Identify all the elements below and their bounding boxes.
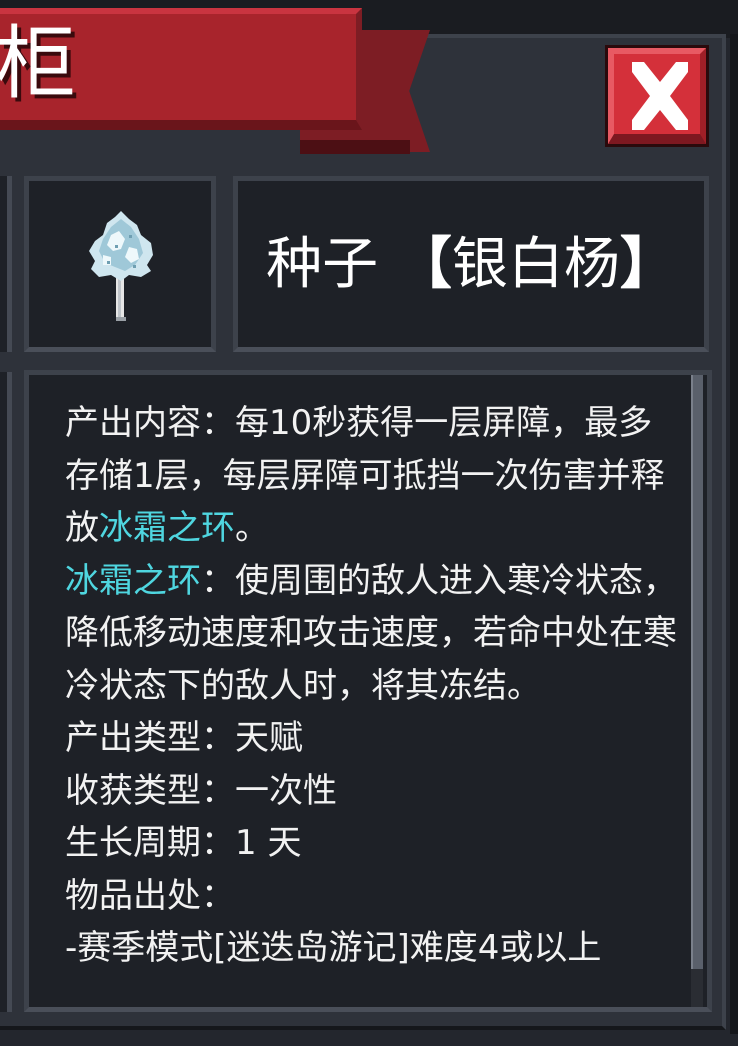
scrollbar-thumb[interactable] — [691, 375, 703, 970]
adjacent-panel — [0, 372, 12, 1012]
growth-cycle: 生长周期：1 天 — [65, 823, 302, 863]
item-name-box: 种子 【银白杨】 — [233, 176, 709, 352]
bracket-open: 【 — [395, 232, 452, 297]
frost-ring-link: 冰霜之环 — [99, 508, 235, 548]
close-button[interactable] — [608, 48, 706, 144]
harvest-type: 收获类型：一次性 — [65, 770, 337, 811]
item-name-core: 银白杨 — [451, 232, 620, 297]
item-name-prefix: 种子 — [266, 232, 379, 297]
source-value: -赛季模式[迷迭岛游记]难度4或以上 — [65, 928, 602, 968]
item-description: 产出内容：每10秒获得一层屏障，最多存储1层，每层屏障可抵挡一次伤害并释放冰霜之… — [65, 397, 677, 975]
source-label: 物品出处： — [65, 875, 235, 916]
title-ribbon: 柜 — [0, 8, 362, 130]
title-ribbon-shadow — [300, 140, 410, 154]
item-icon-slot — [24, 176, 216, 352]
description-scrollbar[interactable] — [691, 375, 703, 1007]
bracket-close: 】 — [619, 232, 676, 297]
game-screen: 柜 种子 【银白杨】 产出内容：每10秒获得一层屏障，最多存储1层，每层屏障可抵… — [0, 0, 738, 1046]
produce-type: 产出类型：天赋 — [65, 718, 303, 758]
item-name: 种子 【银白杨】 — [238, 233, 704, 297]
adjacent-slot — [0, 176, 12, 352]
item-description-box[interactable]: 产出内容：每10秒获得一层屏障，最多存储1层，每层屏障可抵挡一次伤害并释放冰霜之… — [24, 370, 712, 1012]
close-icon — [632, 62, 688, 130]
frost-ring-effect: 冰霜之环：使周围的敌人进入寒冷状态，降低移动速度和攻击速度，若命中处在寒冷状态下… — [65, 560, 677, 706]
frost-ring-term: 冰霜之环 — [65, 560, 201, 601]
silver-poplar-tree-icon — [89, 211, 153, 321]
produce-content: 产出内容：每10秒获得一层屏障，最多存储1层，每层屏障可抵挡一次伤害并释放冰霜之… — [65, 403, 665, 548]
panel-edge — [730, 34, 738, 1034]
window-title: 柜 — [0, 17, 76, 110]
